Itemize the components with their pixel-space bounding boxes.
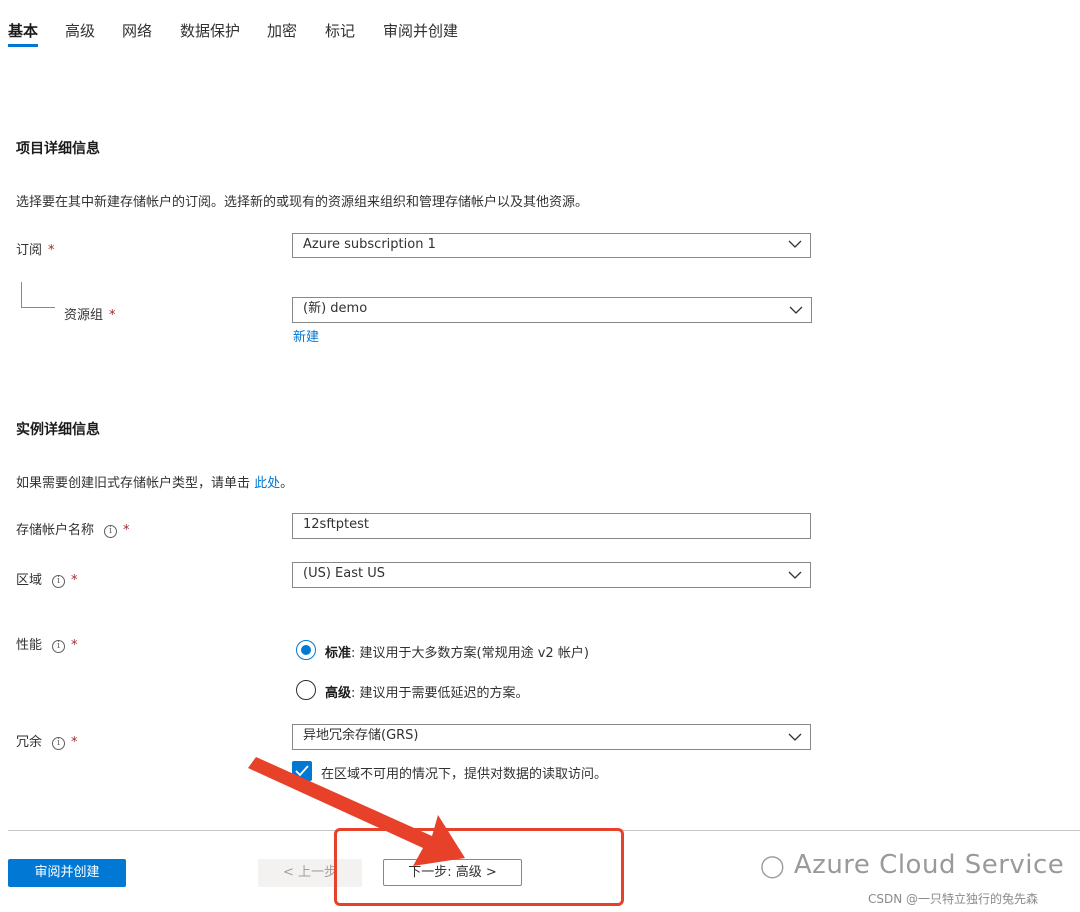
subscription-label: 订阅 * xyxy=(16,239,55,258)
performance-premium-desc: : 建议用于需要低延迟的方案。 xyxy=(351,686,529,701)
wechat-icon: ◯ xyxy=(760,854,786,879)
read-access-label: 在区域不可用的情况下，提供对数据的读取访问。 xyxy=(321,767,608,782)
chevron-down-icon xyxy=(788,240,802,248)
required-marker: * xyxy=(48,243,55,258)
redundancy-label: 冗余 i * xyxy=(16,731,78,750)
project-details-description: 选择要在其中新建存储帐户的订阅。选择新的或现有的资源组来组织和管理存储帐户以及其… xyxy=(16,195,589,210)
info-icon[interactable]: i xyxy=(104,525,118,538)
performance-label-text: 性能 xyxy=(16,638,43,653)
checkmark-icon xyxy=(295,765,309,777)
subscription-dropdown[interactable]: Azure subscription 1 xyxy=(292,233,811,258)
performance-label: 性能 i * xyxy=(16,634,78,653)
legacy-account-link[interactable]: 此处 xyxy=(254,476,280,491)
tab-tags[interactable]: 标记 xyxy=(325,20,355,41)
subscription-label-text: 订阅 xyxy=(16,243,43,258)
tab-review-create[interactable]: 审阅并创建 xyxy=(383,20,458,41)
tab-basics[interactable]: 基本 xyxy=(8,20,38,41)
storage-account-name-input[interactable]: 12sftptest xyxy=(292,513,811,539)
performance-premium-text: 高级: 建议用于需要低延迟的方案。 xyxy=(325,682,529,701)
resource-group-label-text: 资源组 xyxy=(64,308,104,323)
storage-account-name-label: 存储帐户名称 i * xyxy=(16,519,130,538)
tab-encryption[interactable]: 加密 xyxy=(267,20,297,41)
chevron-down-icon xyxy=(789,306,803,314)
required-marker: * xyxy=(71,573,78,588)
chevron-down-icon xyxy=(788,733,802,741)
tab-bar: 基本 高级 网络 数据保护 加密 标记 审阅并创建 xyxy=(0,0,1080,60)
region-value: (US) East US xyxy=(303,566,385,581)
required-marker: * xyxy=(109,308,116,323)
resource-group-label: 资源组 * xyxy=(64,304,116,323)
required-marker: * xyxy=(123,523,130,538)
tab-advanced[interactable]: 高级 xyxy=(65,20,95,41)
redundancy-dropdown[interactable]: 异地冗余存储(GRS) xyxy=(292,724,811,750)
tab-networking[interactable]: 网络 xyxy=(122,20,152,41)
region-label: 区域 i * xyxy=(16,569,78,588)
active-tab-indicator xyxy=(8,44,38,47)
region-label-text: 区域 xyxy=(16,573,43,588)
required-marker: * xyxy=(71,735,78,750)
region-dropdown[interactable]: (US) East US xyxy=(292,562,811,588)
redundancy-value: 异地冗余存储(GRS) xyxy=(303,728,419,743)
read-access-checkbox[interactable] xyxy=(292,761,312,781)
subscription-value: Azure subscription 1 xyxy=(303,237,436,252)
resource-group-dropdown[interactable]: (新) demo xyxy=(292,297,812,323)
tree-connector-vertical xyxy=(21,282,22,308)
instance-details-heading: 实例详细信息 xyxy=(16,422,100,438)
performance-standard-radio[interactable] xyxy=(296,640,316,660)
chevron-down-icon xyxy=(788,571,802,579)
tree-connector-horizontal xyxy=(21,307,55,308)
performance-premium-radio[interactable] xyxy=(296,680,316,700)
info-icon[interactable]: i xyxy=(52,575,66,588)
info-icon[interactable]: i xyxy=(52,737,66,750)
storage-account-name-value: 12sftptest xyxy=(303,517,369,532)
tab-data-protection[interactable]: 数据保护 xyxy=(180,20,240,41)
resource-group-value: (新) demo xyxy=(303,301,368,316)
legacy-account-text: 如果需要创建旧式存储帐户类型，请单击 此处。 xyxy=(16,472,293,491)
info-icon[interactable]: i xyxy=(52,640,66,653)
performance-standard-desc: : 建议用于大多数方案(常规用途 v2 帐户) xyxy=(351,646,589,661)
watermark-brand-text: Azure Cloud Service xyxy=(793,850,1065,880)
watermark-credit: CSDN @一只特立独行的兔先森 xyxy=(868,892,1039,906)
performance-standard-title: 标准 xyxy=(325,646,352,661)
required-marker: * xyxy=(71,638,78,653)
annotation-highlight-box xyxy=(334,828,624,906)
performance-premium-title: 高级 xyxy=(325,686,352,701)
legacy-account-prefix: 如果需要创建旧式存储帐户类型，请单击 xyxy=(16,476,251,491)
storage-account-name-label-text: 存储帐户名称 xyxy=(16,523,95,538)
performance-standard-text: 标准: 建议用于大多数方案(常规用途 v2 帐户) xyxy=(325,642,589,661)
create-new-resource-group-link[interactable]: 新建 xyxy=(293,326,319,345)
review-create-button[interactable]: 审阅并创建 xyxy=(8,859,126,887)
project-details-heading: 项目详细信息 xyxy=(16,141,100,157)
legacy-account-suffix: 。 xyxy=(280,476,294,491)
redundancy-label-text: 冗余 xyxy=(16,735,43,750)
watermark-brand: ◯ Azure Cloud Service xyxy=(760,850,1064,880)
